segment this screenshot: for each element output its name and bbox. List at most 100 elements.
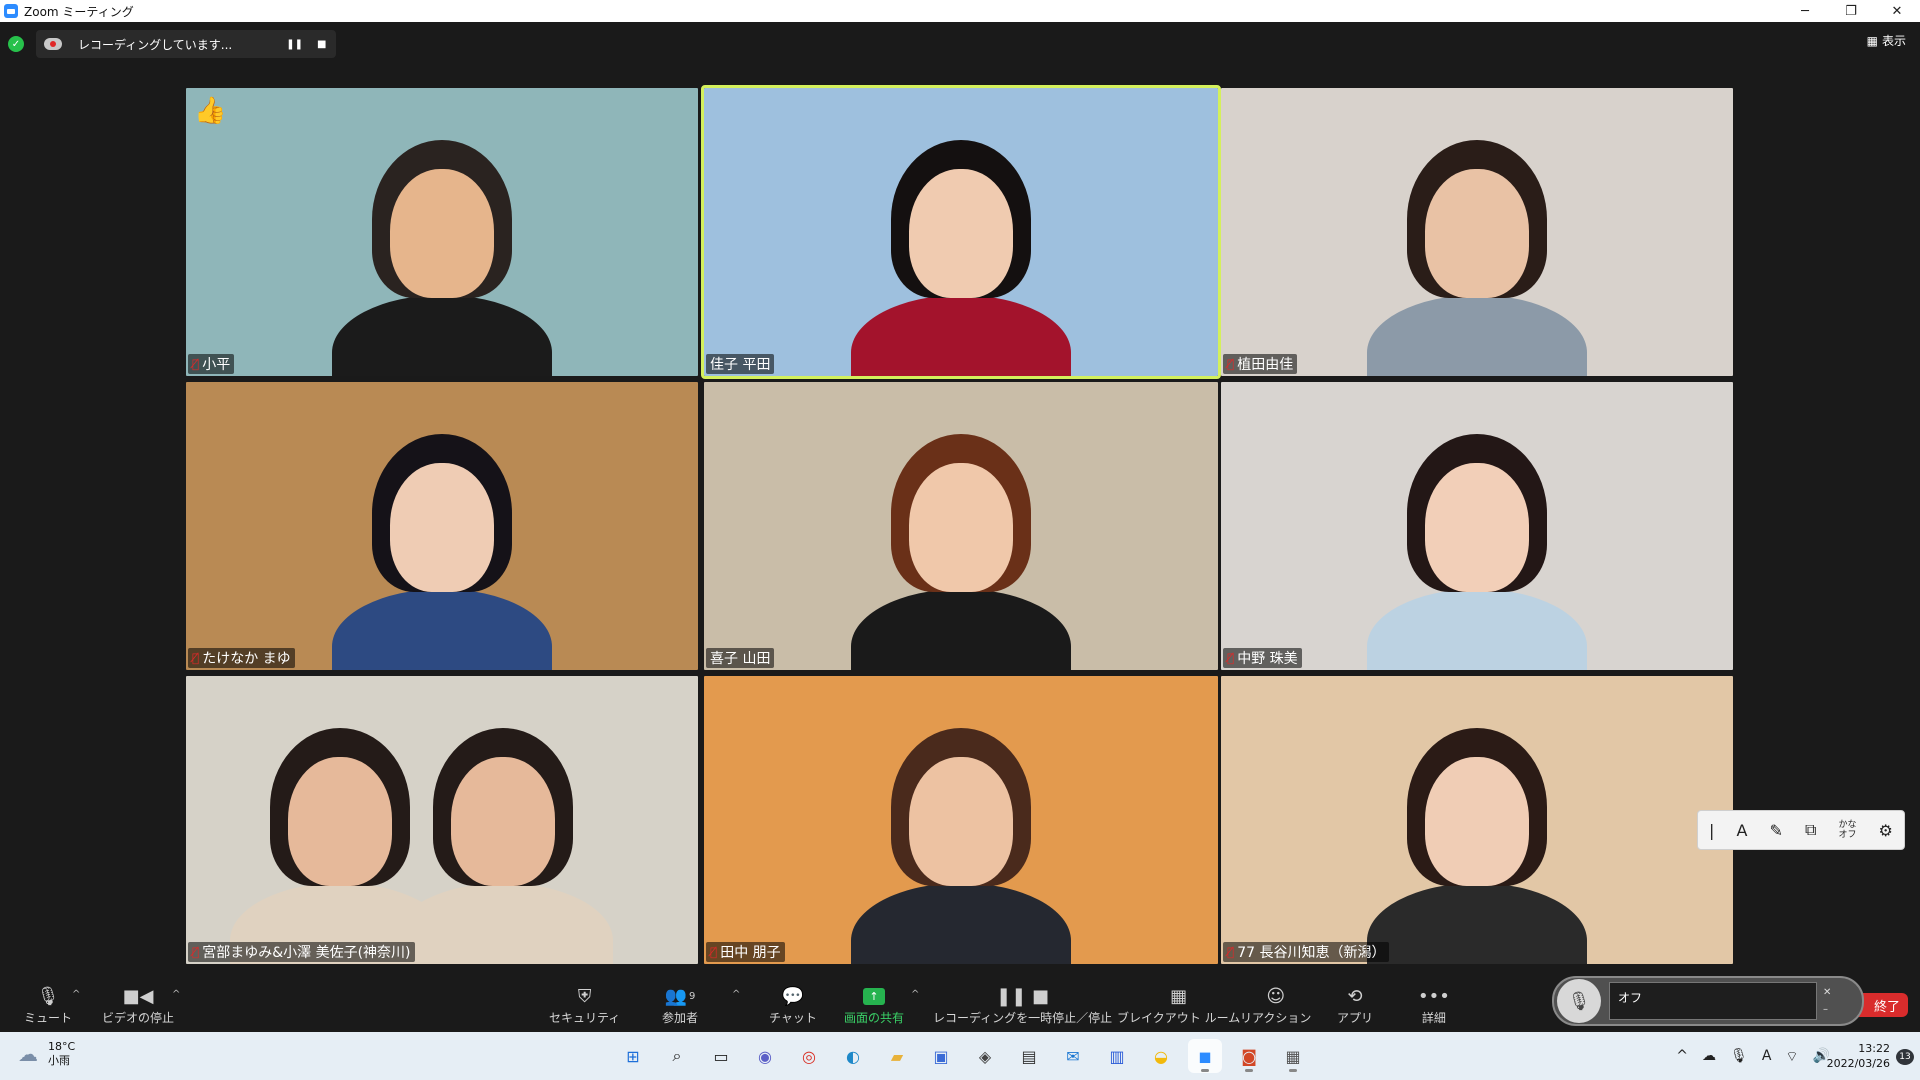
share-screen-icon-wrap: ↑ (863, 985, 885, 1007)
microphone-tray-icon[interactable]: 🎙 (1730, 1048, 1748, 1066)
encryption-shield-icon[interactable]: ✓ (8, 36, 24, 52)
system-tray: ^ ☁ 🎙 A ⌔ 🔊 (1676, 1048, 1830, 1066)
more-label: 詳細 (1421, 1011, 1446, 1025)
reaction-smile-icon: ☺ (1266, 985, 1286, 1007)
pause-recording-button[interactable]: ❚❚ (286, 39, 303, 50)
cursor-icon[interactable]: | (1709, 821, 1714, 840)
voice-mic-icon[interactable]: 🎙 (1557, 979, 1601, 1023)
settings-icon[interactable]: ⚙ (1879, 821, 1893, 840)
edge-icon[interactable]: ◐ (836, 1039, 870, 1073)
participant-face (1425, 756, 1529, 887)
muted-mic-icon: 🎙̸ (710, 945, 718, 959)
mute-button[interactable]: 🎙 ミュート (24, 985, 72, 1026)
participant-video-tile[interactable]: 🎙̸ たけなか まゆ (186, 382, 698, 670)
taskbar-clock[interactable]: 13:22 2022/03/26 (1827, 1041, 1890, 1071)
cloud-recording-icon (44, 38, 62, 50)
security-button[interactable]: ⛨ セキュリティ (549, 985, 620, 1026)
participants-icon: 👥 9 (664, 985, 696, 1007)
participant-body (851, 295, 1071, 376)
recording-control-button[interactable]: ❚❚ ■ レコーディングを一時停止／停止 (933, 985, 1112, 1026)
close-icon[interactable]: ✕ (1823, 987, 1831, 998)
minimize-button[interactable]: ─ (1782, 0, 1828, 22)
mail-icon[interactable]: ✉ (1056, 1039, 1090, 1073)
apps-button[interactable]: ⟲ アプリ (1337, 985, 1373, 1026)
notepad-icon[interactable]: ▥ (1100, 1039, 1134, 1073)
stop-video-button[interactable]: ■◀ ビデオの停止 (102, 985, 174, 1026)
kana-off[interactable]: かな オフ (1838, 820, 1856, 840)
pen-icon[interactable]: ✎ (1770, 821, 1783, 840)
chrome-icon[interactable]: ◎ (792, 1039, 826, 1073)
chevron-up-icon[interactable]: ^ (1676, 1048, 1688, 1066)
participant-face (451, 756, 556, 887)
onedrive-icon[interactable]: ☁ (1702, 1048, 1716, 1066)
participants-count: 9 (689, 990, 696, 1002)
share-screen-button[interactable]: ↑ 画面の共有 (844, 985, 904, 1026)
restore-button[interactable]: ❐ (1828, 0, 1874, 22)
participant-name-tag: 🎙̸ たけなか まゆ (188, 648, 295, 668)
zoom-app-icon (4, 4, 18, 18)
clock-time: 13:22 (1858, 1042, 1890, 1055)
share-options-chevron-icon[interactable]: ^ (911, 989, 919, 1000)
search-icon[interactable]: ⌕ (660, 1039, 694, 1073)
participant-name-tag: 🎙̸ 小平 (188, 354, 235, 374)
thumbs-up-reaction-icon: 👍 (194, 96, 227, 126)
app-icon[interactable]: ▤ (1012, 1039, 1046, 1073)
participant-video-tile[interactable]: 🎙̸ 中野 珠美 (1221, 382, 1733, 670)
participants-button[interactable]: 👥 9 参加者 (662, 985, 698, 1026)
participant-name-tag: 🎙̸ 77 長谷川知恵（新潟） (1223, 942, 1390, 962)
participant-video-tile[interactable]: 佳子 平田 (701, 85, 1221, 379)
participant-video-tile[interactable]: 👍 🎙̸ 小平 (186, 88, 698, 376)
muted-mic-icon: 🎙̸ (192, 357, 200, 371)
app-icon[interactable]: ▦ (1276, 1039, 1310, 1073)
participant-video-tile[interactable]: 🎙̸ 77 長谷川知恵（新潟） (1221, 676, 1733, 964)
participant-name: 中野 珠美 (1237, 651, 1298, 667)
participant-name: 喜子 山田 (710, 651, 771, 667)
weather-temp: 18°C (48, 1040, 76, 1053)
voice-input-field[interactable]: オフ (1609, 982, 1817, 1020)
participant-video-tile[interactable]: 🎙̸ 植田由佳 (1221, 88, 1733, 376)
mute-label: ミュート (24, 1011, 73, 1025)
app-icon[interactable]: ◈ (968, 1039, 1002, 1073)
participant-body (851, 589, 1071, 670)
task-view-icon[interactable]: ▭ (704, 1039, 738, 1073)
file-explorer-icon[interactable]: ▰ (880, 1039, 914, 1073)
reactions-button[interactable]: ☺ リアクション (1240, 985, 1311, 1026)
wifi-icon[interactable]: ⌔ (1785, 1048, 1798, 1066)
participant-video-tile[interactable]: 🎙̸ 田中 朋子 (704, 676, 1218, 964)
store-icon[interactable]: ▣ (924, 1039, 958, 1073)
windows-start-icon[interactable]: ⊞ (616, 1039, 650, 1073)
more-button[interactable]: ••• 詳細 (1418, 985, 1450, 1026)
minimize-icon[interactable]: – (1823, 1004, 1831, 1015)
video-options-chevron-icon[interactable]: ^ (172, 989, 180, 1000)
sticky-icon[interactable]: ◒ (1144, 1039, 1178, 1073)
dictionary-icon[interactable]: ⧉ (1805, 820, 1816, 840)
meeting-area: ✓ レコーディングしています... ❚❚ ■ ▦ 表示 👍 🎙̸ 小平 佳子 平田 🎙̸… (0, 22, 1920, 979)
close-button[interactable]: ✕ (1874, 0, 1920, 22)
powerpoint-icon[interactable]: ◙ (1232, 1039, 1266, 1073)
zoom-icon[interactable]: ◼ (1188, 1039, 1222, 1073)
voice-widget-controls: ✕ – (1823, 987, 1831, 1015)
participant-body (393, 883, 614, 964)
font-icon[interactable]: A (1736, 821, 1747, 840)
participant-name: 佳子 平田 (710, 357, 771, 373)
ime-indicator[interactable]: A (1762, 1048, 1772, 1066)
ime-toolbar: | A ✎ ⧉ かな オフ ⚙ (1697, 810, 1905, 850)
participant-face (390, 168, 494, 299)
teams-chat-icon[interactable]: ◉ (748, 1039, 782, 1073)
reactions-label: リアクション (1240, 1011, 1312, 1025)
participants-chevron-icon[interactable]: ^ (732, 989, 740, 1000)
notification-badge[interactable]: 13 (1896, 1049, 1914, 1065)
weather-widget[interactable]: ☁ 18°C 小雨 (18, 1040, 75, 1068)
participant-name-tag: 🎙̸ 田中 朋子 (706, 942, 785, 962)
participant-body (851, 883, 1071, 964)
running-indicator (1245, 1069, 1253, 1072)
participant-video-tile[interactable]: 🎙̸ 宮部まゆみ&小澤 美佐子(神奈川) (186, 676, 698, 964)
windows-taskbar: ☁ 18°C 小雨 ⊞ ⌕ ▭ ◉ ◎ ◐ ▰ ▣ ◈ ▤ ✉ ▥ ◒ ◼ ◙ ▦ ^ ☁ 🎙 A ⌔ 🔊 1… (0, 1032, 1920, 1080)
audio-options-chevron-icon[interactable]: ^ (72, 989, 80, 1000)
view-button[interactable]: ▦ 表示 (1867, 32, 1906, 49)
breakout-rooms-button[interactable]: ▦ ブレイクアウト ルーム (1117, 985, 1240, 1026)
participant-video-tile[interactable]: 喜子 山田 (704, 382, 1218, 670)
chat-button[interactable]: 💬 チャット (769, 985, 817, 1026)
stop-recording-button[interactable]: ■ (317, 39, 326, 50)
participant-name-tag: 🎙̸ 宮部まゆみ&小澤 美佐子(神奈川) (188, 942, 415, 962)
